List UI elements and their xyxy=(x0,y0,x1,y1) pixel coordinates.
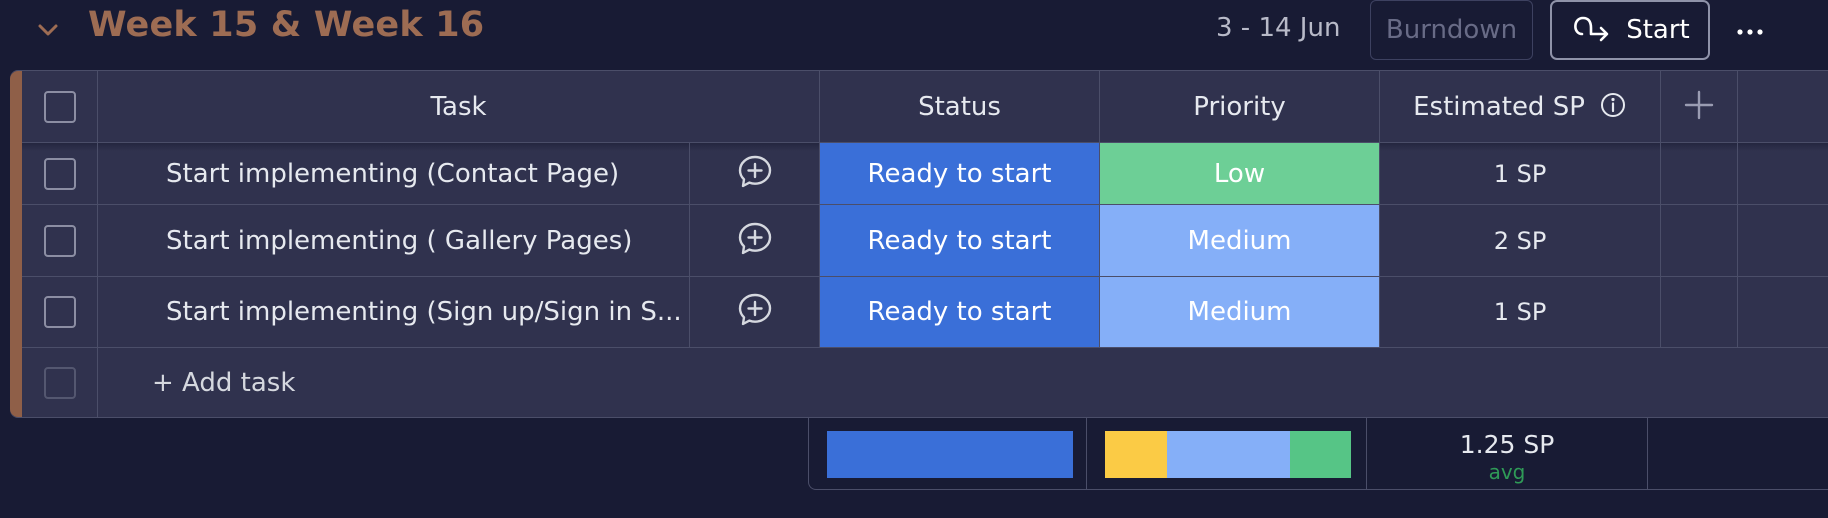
status-cell[interactable]: Ready to start xyxy=(820,205,1100,276)
priority-distribution-bar xyxy=(1105,431,1351,478)
start-label: Start xyxy=(1626,15,1690,45)
priority-label: Low xyxy=(1213,158,1266,189)
task-table: Task Status Priority Estimated SP Start … xyxy=(10,70,1828,418)
estimate-value: 2 SP xyxy=(1493,226,1547,255)
add-update-icon xyxy=(737,154,773,194)
curved-arrow-icon xyxy=(1570,12,1612,49)
add-column-cell[interactable] xyxy=(1661,71,1738,142)
table-row: Start implementing (Sign up/Sign in S...… xyxy=(22,277,1828,348)
table-row: Start implementing (Contact Page) Ready … xyxy=(22,143,1828,205)
priority-cell[interactable]: Low xyxy=(1100,143,1380,204)
status-distribution-bar xyxy=(827,431,1073,478)
column-header-row: Task Status Priority Estimated SP xyxy=(22,71,1828,143)
status-label: Ready to start xyxy=(867,225,1052,256)
burndown-button[interactable]: Burndown xyxy=(1370,0,1533,60)
info-icon[interactable] xyxy=(1599,91,1627,123)
updates-cell[interactable] xyxy=(690,205,820,276)
priority-label: Medium xyxy=(1187,297,1292,327)
row-checkbox[interactable] xyxy=(43,296,76,328)
status-label: Ready to start xyxy=(867,297,1052,327)
row-select-cell xyxy=(22,277,98,347)
task-column-header[interactable]: Task xyxy=(98,71,820,142)
select-all-cell xyxy=(22,71,98,142)
group-title[interactable]: Week 15 & Week 16 xyxy=(88,5,484,45)
task-name-cell[interactable]: Start implementing (Contact Page) xyxy=(98,143,690,204)
updates-cell[interactable] xyxy=(690,143,820,204)
plus-icon xyxy=(1683,89,1715,125)
row-select-cell xyxy=(22,205,98,276)
row-checkbox[interactable] xyxy=(43,157,76,190)
priority-cell[interactable]: Medium xyxy=(1100,205,1380,276)
distribution-segment xyxy=(827,431,1073,478)
select-all-checkbox[interactable] xyxy=(43,90,76,123)
updates-cell[interactable] xyxy=(690,277,820,347)
empty-cell xyxy=(1661,205,1738,276)
priority-label: Medium xyxy=(1187,225,1292,256)
estimate-value: 1 SP xyxy=(1493,159,1547,188)
task-header-label: Task xyxy=(430,91,487,122)
status-column-header[interactable]: Status xyxy=(820,71,1100,142)
date-range: 3 - 14 Jun xyxy=(1216,13,1341,43)
status-header-label: Status xyxy=(918,91,1001,122)
group-header: Week 15 & Week 16 3 - 14 Jun Burndown St… xyxy=(0,0,1828,60)
distribution-segment xyxy=(1166,431,1290,478)
status-cell[interactable]: Ready to start xyxy=(820,277,1100,347)
estimate-average: 1.25 SP xyxy=(1459,430,1555,459)
task-name[interactable]: Start implementing (Sign up/Sign in S... xyxy=(166,297,682,327)
distribution-segment xyxy=(1105,431,1167,478)
priority-column-header[interactable]: Priority xyxy=(1100,71,1380,142)
estimate-cell[interactable]: 1 SP xyxy=(1380,277,1661,347)
add-task-checkbox xyxy=(43,367,76,399)
row-checkbox[interactable] xyxy=(43,224,76,257)
status-cell[interactable]: Ready to start xyxy=(820,143,1100,204)
row-select-cell xyxy=(22,143,98,204)
summary-row: 1.25 SP avg xyxy=(808,418,1828,490)
estimate-header-label: Estimated SP xyxy=(1413,91,1585,122)
add-update-icon xyxy=(737,292,773,332)
group-color-bar xyxy=(10,71,22,417)
chevron-down-icon[interactable] xyxy=(34,16,62,44)
estimate-column-header[interactable]: Estimated SP xyxy=(1380,71,1661,142)
status-label: Ready to start xyxy=(867,158,1052,189)
estimate-summary[interactable]: 1.25 SP avg xyxy=(1367,418,1648,489)
estimate-cell[interactable]: 2 SP xyxy=(1380,205,1661,276)
more-icon xyxy=(1736,21,1764,40)
status-summary[interactable] xyxy=(809,418,1087,489)
estimate-cell[interactable]: 1 SP xyxy=(1380,143,1661,204)
priority-cell[interactable]: Medium xyxy=(1100,277,1380,347)
burndown-label: Burndown xyxy=(1385,15,1518,45)
estimate-value: 1 SP xyxy=(1493,298,1547,326)
task-name-cell[interactable]: Start implementing ( Gallery Pages) xyxy=(98,205,690,276)
distribution-segment xyxy=(1289,431,1351,478)
empty-cell xyxy=(1661,277,1738,347)
priority-summary[interactable] xyxy=(1087,418,1367,489)
table-row: Start implementing ( Gallery Pages) Read… xyxy=(22,205,1828,277)
more-menu-button[interactable] xyxy=(1730,10,1770,50)
priority-header-label: Priority xyxy=(1193,91,1286,122)
add-task-row: + Add task xyxy=(22,348,1828,418)
empty-cell xyxy=(1661,143,1738,204)
estimate-average-label: avg xyxy=(1488,460,1526,484)
task-name[interactable]: Start implementing (Contact Page) xyxy=(166,159,619,189)
add-task-select-cell xyxy=(22,348,98,418)
task-name[interactable]: Start implementing ( Gallery Pages) xyxy=(166,226,632,256)
add-update-icon xyxy=(737,221,773,261)
start-button[interactable]: Start xyxy=(1550,0,1710,60)
task-name-cell[interactable]: Start implementing (Sign up/Sign in S... xyxy=(98,277,690,347)
add-task-label: + Add task xyxy=(152,368,296,398)
add-task-input[interactable]: + Add task xyxy=(98,348,1828,418)
